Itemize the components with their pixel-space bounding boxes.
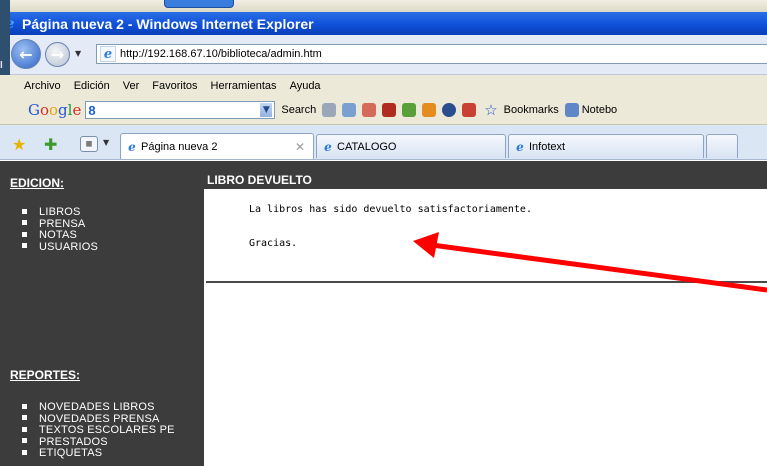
toolbar-addon-icon[interactable]	[322, 103, 337, 117]
desktop-letter: I	[0, 60, 3, 71]
page-favicon-icon: e	[100, 46, 116, 62]
message-panel: La libros has sido devuelto satisfactori…	[206, 189, 767, 283]
back-button[interactable]: ←	[11, 39, 41, 69]
return-message: La libros has sido devuelto satisfactori…	[249, 204, 532, 215]
forward-arrow-icon: →	[50, 45, 65, 64]
notebook-button[interactable]: Notebo	[582, 104, 617, 116]
new-tab-button[interactable]	[706, 134, 738, 158]
taskbar-button[interactable]	[164, 0, 234, 8]
toolbar-docs-icon[interactable]	[402, 103, 417, 117]
back-arrow-icon: ←	[19, 44, 33, 64]
toolbar-apps-icon[interactable]	[422, 103, 437, 117]
notebook-icon[interactable]	[564, 103, 579, 117]
tab-bar: ★ ✚ ▦ ▼ e Página nueva 2 ✕ e CATALOGO e …	[0, 125, 767, 160]
menu-edicion[interactable]: Edición	[74, 80, 110, 92]
toolbar-plugin-icon[interactable]	[362, 103, 377, 117]
window-title: Página nueva 2 - Windows Internet Explor…	[22, 15, 314, 32]
toolbar-zoom-icon[interactable]	[342, 103, 357, 117]
menu-and-toolbar: Archivo Edición Ver Favoritos Herramient…	[0, 75, 767, 125]
bookmarks-button[interactable]: Bookmarks	[504, 104, 559, 116]
menu-bar: Archivo Edición Ver Favoritos Herramient…	[24, 80, 334, 92]
sidebar: EDICION: LIBROS PRENSA NOTAS USUARIOS RE…	[0, 161, 204, 466]
tab-ie-icon: e	[324, 139, 332, 154]
address-field[interactable]: e http://192.168.67.10/biblioteca/admin.…	[96, 44, 767, 64]
main-heading: LIBRO DEVUELTO	[204, 171, 767, 189]
bookmark-star-icon[interactable]: ☆	[484, 101, 497, 119]
sidebar-item-etiquetas[interactable]: ETIQUETAS	[22, 448, 175, 460]
google-search-value: 8	[88, 102, 96, 118]
search-dropdown-icon[interactable]: ▼	[260, 103, 273, 117]
menu-herramientas[interactable]: Herramientas	[211, 80, 277, 92]
toolbar-autofill-icon[interactable]	[462, 103, 477, 117]
edicion-heading: EDICION:	[10, 176, 64, 190]
menu-ver[interactable]: Ver	[123, 80, 140, 92]
menu-archivo[interactable]: Archivo	[24, 80, 61, 92]
address-url: http://192.168.67.10/biblioteca/admin.ht…	[120, 48, 322, 60]
google-logo[interactable]: Google	[28, 101, 81, 119]
tab-catalogo[interactable]: e CATALOGO	[316, 134, 506, 158]
close-tab-icon[interactable]: ✕	[295, 140, 305, 154]
ie-window: e Página nueva 2 - Windows Internet Expl…	[0, 0, 767, 466]
favorites-star-icon[interactable]: ★	[12, 135, 26, 154]
toolbar-globe-icon[interactable]	[442, 103, 457, 117]
tab-pagina-nueva[interactable]: e Página nueva 2 ✕	[120, 133, 314, 159]
menu-ayuda[interactable]: Ayuda	[290, 80, 321, 92]
tab-label: Página nueva 2	[141, 140, 218, 153]
edicion-list: LIBROS PRENSA NOTAS USUARIOS	[22, 206, 98, 254]
main-top-band	[204, 161, 767, 171]
reportes-heading: REPORTES:	[10, 368, 81, 382]
title-bar[interactable]: e Página nueva 2 - Windows Internet Expl…	[0, 12, 767, 35]
quick-tabs-icon[interactable]: ▦	[80, 136, 98, 152]
navigation-bar: ← → ▼ e http://192.168.67.10/biblioteca/…	[0, 35, 767, 75]
sidebar-item-usuarios[interactable]: USUARIOS	[22, 241, 98, 254]
tab-ie-icon: e	[516, 139, 524, 154]
tab-infotext[interactable]: e Infotext	[508, 134, 704, 158]
sidebar-item-libros[interactable]: LIBROS	[22, 206, 98, 219]
tab-list-dropdown-icon[interactable]: ▼	[103, 138, 109, 147]
history-dropdown-icon[interactable]: ▼	[75, 49, 81, 58]
tab-label: Infotext	[529, 140, 566, 153]
add-favorite-icon[interactable]: ✚	[44, 135, 57, 154]
page-content: EDICION: LIBROS PRENSA NOTAS USUARIOS RE…	[0, 161, 767, 466]
menu-favoritos[interactable]: Favoritos	[152, 80, 197, 92]
tab-ie-icon: e	[128, 139, 136, 154]
google-search-input[interactable]: 8 ▼	[85, 101, 276, 119]
forward-button[interactable]: →	[45, 42, 70, 67]
google-search-button[interactable]: Search	[281, 104, 316, 116]
thanks-message: Gracias.	[249, 238, 298, 249]
youtube-icon[interactable]	[382, 103, 397, 117]
tab-label: CATALOGO	[337, 140, 397, 153]
reportes-list: NOVEDADES LIBROS NOVEDADES PRENSA TEXTOS…	[22, 401, 175, 460]
taskbar-strip	[0, 0, 767, 12]
sidebar-item-novedades-libros[interactable]: NOVEDADES LIBROS	[22, 401, 175, 414]
google-toolbar: Google 8 ▼ Search ☆ Bookmarks Notebo	[0, 97, 767, 123]
